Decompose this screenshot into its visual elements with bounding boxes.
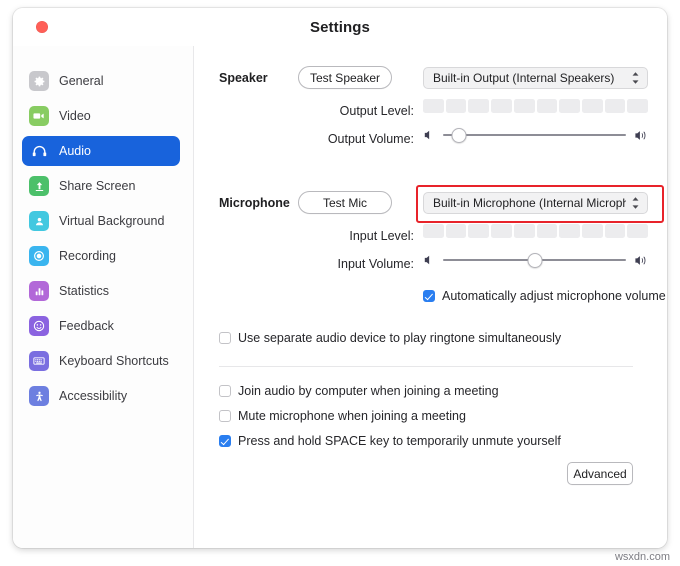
separate-ringtone-label: Use separate audio device to play ringto… xyxy=(238,331,562,345)
sidebar-item-label: Statistics xyxy=(59,284,110,298)
mute-on-join-checkbox[interactable] xyxy=(219,410,231,422)
auto-adjust-mic-checkbox[interactable] xyxy=(423,290,435,302)
sidebar-item-label: Virtual Background xyxy=(59,214,165,228)
join-audio-label: Join audio by computer when joining a me… xyxy=(238,384,499,398)
level-segment xyxy=(536,99,558,113)
microphone-device-select[interactable]: Built-in Microphone (Internal Microphon… xyxy=(423,192,648,214)
level-segment xyxy=(468,99,490,113)
chevron-updown-icon xyxy=(630,196,641,210)
auto-adjust-mic-checkbox-row[interactable]: Automatically adjust microphone volume xyxy=(423,289,666,303)
options-divider xyxy=(219,366,633,367)
level-segment xyxy=(423,224,444,238)
sidebar-item-label: Video xyxy=(59,109,91,123)
keyboard-icon xyxy=(29,351,49,371)
level-segment xyxy=(581,224,603,238)
gear-icon xyxy=(29,71,49,91)
separate-ringtone-checkbox-row[interactable]: Use separate audio device to play ringto… xyxy=(219,331,561,345)
level-segment xyxy=(559,224,580,238)
audio-settings-panel: Speaker Test Speaker Built-in Output (In… xyxy=(194,46,667,548)
page-title: Settings xyxy=(310,19,370,36)
input-volume-label: Input Volume: xyxy=(337,257,414,271)
speaker-device-value: Built-in Output (Internal Speakers) xyxy=(433,71,615,85)
separate-ringtone-checkbox[interactable] xyxy=(219,332,231,344)
sidebar-item-label: Share Screen xyxy=(59,179,136,193)
mute-on-join-label: Mute microphone when joining a meeting xyxy=(238,409,466,423)
level-segment xyxy=(604,224,626,238)
speaker-high-icon xyxy=(634,129,648,142)
level-segment xyxy=(581,99,603,113)
output-level-label: Output Level: xyxy=(339,104,414,118)
sidebar-item-keyboard-shortcuts[interactable]: Keyboard Shortcuts xyxy=(22,346,180,376)
test-speaker-button[interactable]: Test Speaker xyxy=(298,66,392,89)
push-to-talk-label: Press and hold SPACE key to temporarily … xyxy=(238,434,561,448)
output-volume-slider[interactable] xyxy=(423,127,648,143)
level-segment xyxy=(491,224,512,238)
sidebar-item-share-screen[interactable]: Share Screen xyxy=(22,171,180,201)
push-to-talk-checkbox-row[interactable]: Press and hold SPACE key to temporarily … xyxy=(219,434,561,448)
level-segment xyxy=(513,224,535,238)
sidebar-item-label: Feedback xyxy=(59,319,114,333)
level-segment xyxy=(445,99,467,113)
share-screen-icon xyxy=(29,176,49,196)
level-segment xyxy=(468,224,490,238)
sidebar-item-video[interactable]: Video xyxy=(22,101,180,131)
sidebar-item-label: Audio xyxy=(59,144,91,158)
sidebar-item-accessibility[interactable]: Accessibility xyxy=(22,381,180,411)
watermark: wsxdn.com xyxy=(614,551,670,563)
sidebar-item-audio[interactable]: Audio xyxy=(22,136,180,166)
level-segment xyxy=(513,99,535,113)
record-icon xyxy=(29,246,49,266)
level-segment xyxy=(536,224,558,238)
level-segment xyxy=(559,99,580,113)
speaker-low-icon xyxy=(423,129,435,141)
chevron-updown-icon xyxy=(630,71,641,85)
advanced-button[interactable]: Advanced xyxy=(567,462,633,485)
sidebar-item-virtual-background[interactable]: Virtual Background xyxy=(22,206,180,236)
sidebar-item-general[interactable]: General xyxy=(22,66,180,96)
auto-adjust-mic-label: Automatically adjust microphone volume xyxy=(442,289,666,303)
sidebar-item-recording[interactable]: Recording xyxy=(22,241,180,271)
video-camera-icon xyxy=(29,106,49,126)
level-segment xyxy=(423,99,444,113)
push-to-talk-checkbox[interactable] xyxy=(219,435,231,447)
settings-window: Settings General Video Audio Share Scree… xyxy=(13,8,667,548)
speaker-low-icon xyxy=(423,254,435,266)
output-volume-knob[interactable] xyxy=(451,127,467,143)
input-level-label: Input Level: xyxy=(349,229,414,243)
join-audio-checkbox[interactable] xyxy=(219,385,231,397)
join-audio-checkbox-row[interactable]: Join audio by computer when joining a me… xyxy=(219,384,499,398)
input-volume-knob[interactable] xyxy=(527,252,542,268)
accessibility-icon xyxy=(29,386,49,406)
mute-on-join-checkbox-row[interactable]: Mute microphone when joining a meeting xyxy=(219,409,466,423)
test-mic-button[interactable]: Test Mic xyxy=(298,191,392,214)
speaker-high-icon xyxy=(634,254,648,267)
sidebar: General Video Audio Share Screen Virtual xyxy=(13,46,194,548)
sidebar-item-label: Accessibility xyxy=(59,389,128,403)
output-volume-label: Output Volume: xyxy=(327,132,414,146)
headphones-icon xyxy=(29,141,49,161)
microphone-section-label: Microphone xyxy=(219,196,290,210)
level-segment xyxy=(627,99,649,113)
input-level-meter xyxy=(423,224,649,238)
smiley-face-icon xyxy=(29,316,49,336)
sidebar-item-label: Recording xyxy=(59,249,116,263)
microphone-device-value: Built-in Microphone (Internal Microphon… xyxy=(433,196,626,210)
output-level-meter xyxy=(423,99,649,113)
bar-chart-icon xyxy=(29,281,49,301)
input-volume-slider[interactable] xyxy=(423,252,648,268)
virtual-background-icon xyxy=(29,211,49,231)
level-segment xyxy=(604,99,626,113)
sidebar-item-label: General xyxy=(59,74,104,88)
sidebar-item-label: Keyboard Shortcuts xyxy=(59,354,169,368)
output-volume-track[interactable] xyxy=(443,133,626,137)
level-segment xyxy=(627,224,649,238)
sidebar-item-feedback[interactable]: Feedback xyxy=(22,311,180,341)
speaker-device-select[interactable]: Built-in Output (Internal Speakers) xyxy=(423,67,648,89)
speaker-section-label: Speaker xyxy=(219,71,268,85)
level-segment xyxy=(491,99,512,113)
title-bar: Settings xyxy=(13,8,667,47)
level-segment xyxy=(445,224,467,238)
sidebar-item-statistics[interactable]: Statistics xyxy=(22,276,180,306)
